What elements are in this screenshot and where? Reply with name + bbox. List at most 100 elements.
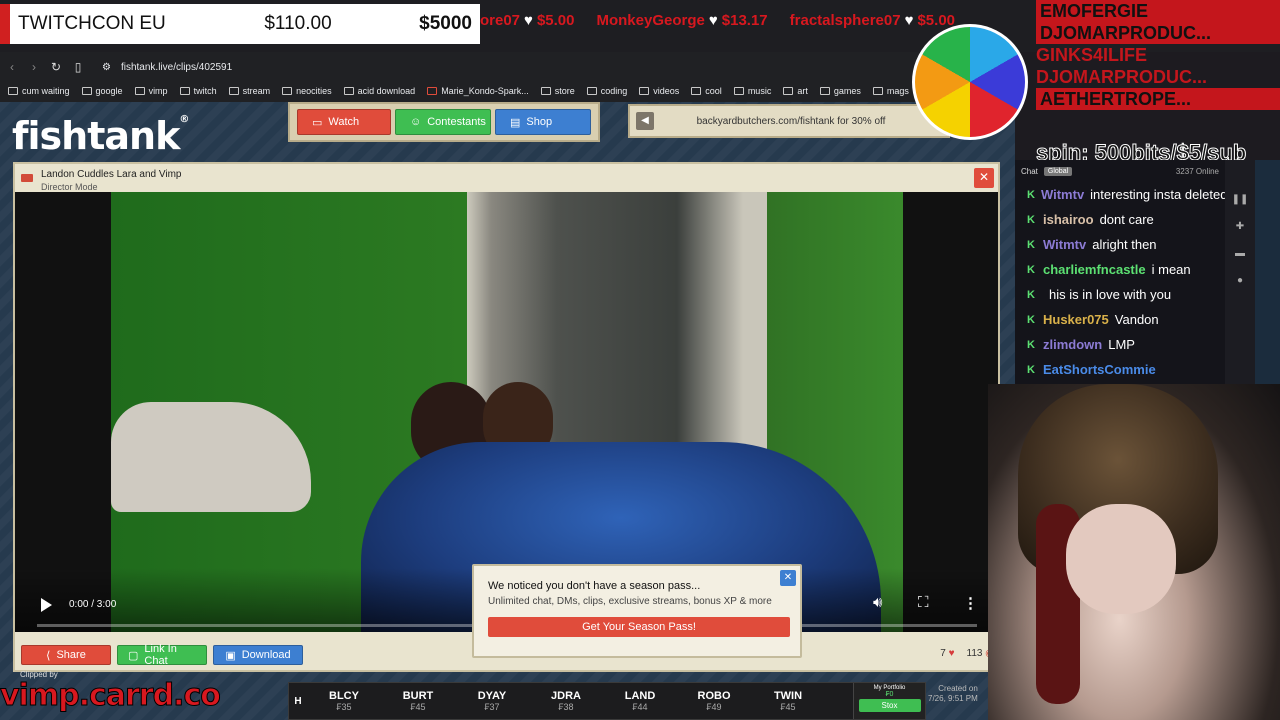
clip-mode: Director Mode [41, 182, 98, 192]
chat-panel: Chat Global 3237 Online K Witmtv interesti… [1015, 160, 1225, 385]
chat-username[interactable]: ishairoo [1043, 212, 1094, 227]
ticker-stock[interactable]: BLCY ₣35 [307, 690, 381, 712]
created-on: Created on 7/26, 9:51 PM [928, 684, 978, 703]
video-time: 0:00 / 3:00 [69, 599, 117, 610]
fishtank-page: fishtank® ▭ Watch ☺ Contestants ▤ Shop ◀ ba… [0, 102, 1015, 720]
likes-count[interactable]: 7 ♥ [940, 648, 954, 659]
site-info-icon[interactable]: ⚙ [102, 62, 111, 73]
promo-text: backyardbutchers.com/fishtank for 30% of… [696, 115, 886, 127]
chat-username[interactable]: zlimdown [1043, 337, 1102, 352]
folder-icon [134, 87, 145, 95]
settings-icon[interactable]: ● [1237, 275, 1243, 286]
kick-icon: K [1027, 238, 1035, 251]
bookmark-item[interactable]: cum waiting [8, 82, 70, 100]
ticker-stock[interactable]: BURT ₣45 [381, 690, 455, 712]
heart-icon: ♥ [708, 12, 718, 29]
fishtank-logo[interactable]: fishtank® [12, 114, 189, 158]
download-button[interactable]: ▣ Download [213, 645, 303, 665]
kick-icon: K [1027, 213, 1035, 226]
season-pass-title: We noticed you don't have a season pass.… [488, 580, 701, 592]
chat-line: K EatShortsCommie [1015, 357, 1225, 382]
goal-title: TWITCHCON EU [18, 13, 166, 34]
close-icon[interactable]: ✕ [974, 168, 994, 188]
bookmark-item[interactable]: stream [228, 82, 270, 100]
bookmark-item[interactable]: games [819, 82, 861, 100]
bookmark-item[interactable]: mags [872, 82, 909, 100]
ticker-stock[interactable]: DYAY ₣37 [455, 690, 529, 712]
volume-icon[interactable]: 🔊︎ [873, 594, 882, 611]
global-chip[interactable]: Global [1043, 166, 1073, 176]
ticker-stock[interactable]: LAND ₣44 [603, 690, 677, 712]
bookmark-item[interactable]: coding [586, 82, 627, 100]
chat-username[interactable]: charliemfncastle [1043, 262, 1146, 277]
main-nav: ▭ Watch ☺ Contestants ▤ Shop [288, 102, 600, 142]
chat-username[interactable]: EatShortsCommie [1043, 362, 1156, 377]
heart-icon: ♥ [948, 648, 955, 659]
donor-item: DJOMARPRODUC... [1036, 67, 1208, 87]
ticker-item: MonkeyGeorge ♥ $13.17 [596, 12, 768, 29]
kick-icon: K [1027, 338, 1035, 351]
ticker-stock[interactable]: JDRA ₣38 [529, 690, 603, 712]
bookmark-item[interactable]: art [783, 82, 808, 100]
play-icon[interactable] [41, 598, 52, 612]
ticker-stock[interactable]: ROBO ₣49 [677, 690, 751, 712]
bookmark-item[interactable]: store [540, 82, 575, 100]
promo-banner[interactable]: ◀ backyardbutchers.com/fishtank for 30% … [628, 104, 950, 138]
bookmark-item[interactable]: vimp [134, 82, 168, 100]
folder-icon [639, 87, 650, 95]
chat-message: interesting insta deleted [1090, 187, 1225, 202]
shop-button[interactable]: ▤ Shop [495, 109, 591, 135]
chat-sidebar-strip: ❚❚ ✚ ▬ ● [1225, 160, 1255, 385]
fullscreen-icon[interactable]: ⛶ [918, 594, 929, 611]
ticker-prefix: H [294, 695, 302, 707]
cart-icon: ▤ [510, 116, 521, 129]
pause-icon[interactable]: ❚❚ [1232, 194, 1249, 205]
download-icon: ▣ [225, 649, 236, 662]
bookmark-item[interactable]: twitch [179, 82, 217, 100]
chat-username[interactable]: Witmtv [1043, 237, 1086, 252]
kick-icon: K [1027, 313, 1035, 326]
forward-icon[interactable]: › [24, 60, 44, 74]
bookmark-item[interactable]: google [81, 82, 123, 100]
goal-target: $5000 [419, 13, 472, 34]
more-options-icon[interactable]: ⋮ [963, 594, 978, 612]
watch-button[interactable]: ▭ Watch [297, 109, 391, 135]
stox-button[interactable]: Stox [858, 699, 921, 712]
bookmark-item[interactable]: neocities [282, 82, 332, 100]
webcam-face [1066, 504, 1176, 614]
chat-message: LMP [1108, 337, 1135, 352]
chat-username[interactable]: Witmtv [1041, 187, 1084, 202]
address-bar[interactable]: ⚙ fishtank.live/clips/402591 [102, 62, 232, 73]
bookmark-item[interactable]: cool [691, 82, 722, 100]
arrow-left-icon[interactable]: ◀ [636, 112, 654, 130]
link-in-chat-button[interactable]: ▢ Link In Chat [117, 643, 207, 667]
bookmark-item[interactable]: music [733, 82, 771, 100]
contestants-button[interactable]: ☺ Contestants [395, 109, 491, 135]
chat-message: dont care [1099, 212, 1154, 227]
bookmark-item[interactable]: videos [639, 82, 679, 100]
close-icon[interactable]: ✕ [780, 570, 796, 586]
ticker-item: ore07 ♥ $5.00 [480, 12, 575, 29]
goal-current: $110.00 [264, 13, 332, 34]
donor-item: GINKS4ILIFE [1036, 45, 1148, 65]
list-icon[interactable]: ▬ [1235, 248, 1245, 259]
kick-icon: K [1027, 288, 1035, 301]
bookmark-item[interactable]: Marie_Kondo-Spark... [427, 82, 529, 100]
tools-icon[interactable]: ✚ [1236, 221, 1244, 232]
get-season-pass-button[interactable]: Get Your Season Pass! [488, 617, 790, 637]
chat-username[interactable]: Husker075 [1043, 312, 1109, 327]
kick-icon: K [1027, 363, 1035, 376]
ticker-stock[interactable]: TWIN ₣45 [751, 690, 825, 712]
donor-list: EMOFERGIE DJOMARPRODUC... GINKS4ILIFE DJ… [1036, 0, 1280, 140]
bookmark-icon[interactable]: ▯ [68, 60, 88, 74]
bookmark-item[interactable]: acid download [343, 82, 415, 100]
folder-icon [228, 87, 239, 95]
back-icon[interactable]: ‹ [2, 60, 22, 74]
share-button[interactable]: ⟨ Share [21, 645, 111, 665]
chat-line: K Witmtv interesting insta deleted [1015, 182, 1225, 207]
reload-icon[interactable]: ↻ [46, 60, 66, 74]
clip-title: Landon Cuddles Lara and Vimp [41, 169, 182, 180]
chat-message: i mean [1151, 262, 1191, 277]
chat-line: Kishairoo dont care [1015, 207, 1225, 232]
chat-header: Chat Global 3237 Online [1015, 160, 1225, 182]
